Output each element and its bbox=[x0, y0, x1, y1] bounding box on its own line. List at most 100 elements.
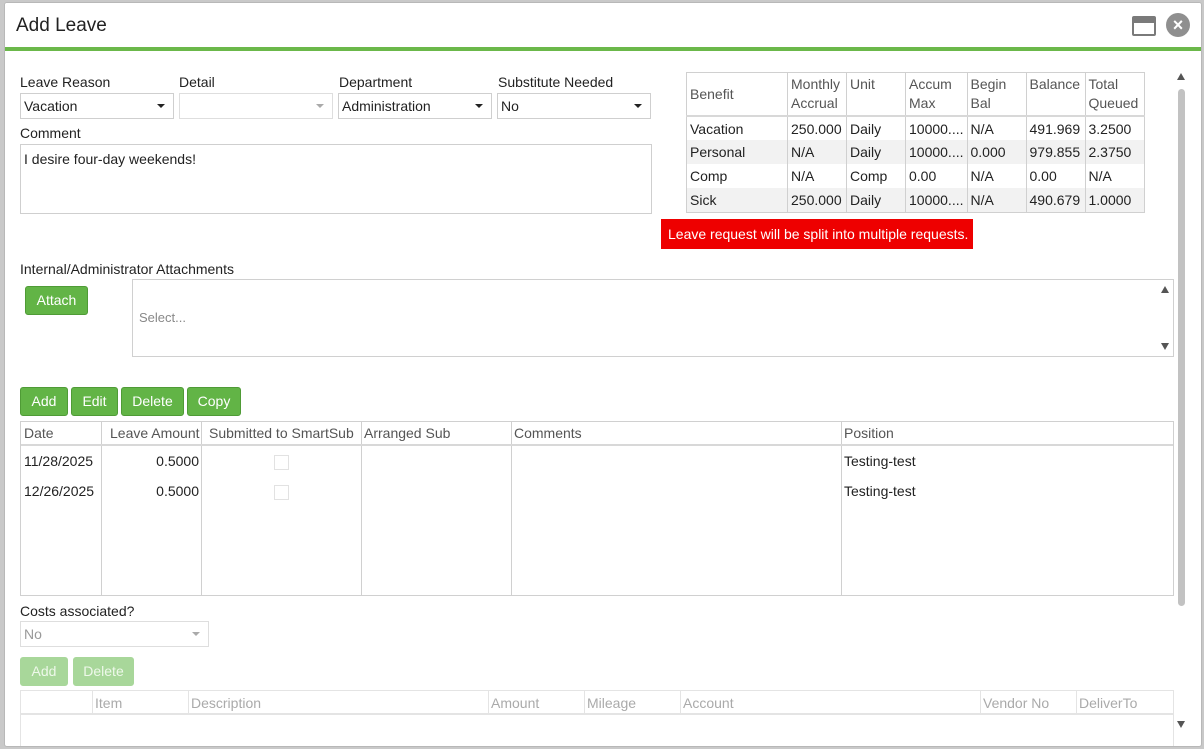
benefit-cell: Daily bbox=[846, 140, 906, 164]
costs-grid: Item Description Amount Mileage Account … bbox=[20, 690, 1174, 746]
benefit-cell: 10000.... bbox=[905, 116, 967, 140]
benefit-cell: Comp bbox=[846, 164, 906, 188]
column-header-deliver-to[interactable]: DeliverTo bbox=[1079, 695, 1137, 711]
benefit-cell: 250.000 bbox=[787, 188, 847, 212]
grid-column bbox=[512, 422, 842, 595]
benefit-header: Unit bbox=[846, 72, 906, 117]
submitted-checkbox[interactable] bbox=[274, 485, 289, 500]
attach-button[interactable]: Attach bbox=[25, 286, 88, 315]
position-cell: Testing-test bbox=[844, 453, 916, 469]
column-header-arranged-sub[interactable]: Arranged Sub bbox=[364, 425, 450, 441]
benefit-cell: Personal bbox=[686, 140, 788, 164]
benefit-cell: Vacation bbox=[690, 120, 744, 137]
column-header-item[interactable]: Item bbox=[95, 695, 122, 711]
amount-cell: 0.5000 bbox=[156, 453, 199, 469]
benefit-cell: 979.855 bbox=[1025, 140, 1085, 164]
benefit-row: Personal N/A Daily 10000.... 0.000 979.8… bbox=[686, 140, 1144, 164]
attachments-select[interactable]: Select... bbox=[132, 279, 1174, 357]
benefit-cell: 491.969 bbox=[1025, 116, 1085, 140]
grid-column bbox=[21, 422, 102, 595]
column-header-mileage[interactable]: Mileage bbox=[587, 695, 636, 711]
date-cell: 11/28/2025 bbox=[24, 453, 94, 469]
chevron-down-icon bbox=[192, 632, 200, 636]
benefit-cell: N/A bbox=[966, 116, 1026, 140]
copy-leave-button[interactable]: Copy bbox=[187, 387, 241, 416]
grid-column bbox=[102, 422, 202, 595]
benefit-cell: N/A bbox=[787, 164, 847, 188]
department-select[interactable]: Administration bbox=[338, 93, 492, 119]
title-bar: Add Leave × bbox=[5, 3, 1201, 47]
benefit-cell: 1.0000 bbox=[1084, 188, 1144, 212]
benefit-cell: 0.00 bbox=[1025, 164, 1085, 188]
edit-leave-button[interactable]: Edit bbox=[71, 387, 118, 416]
maximize-icon[interactable] bbox=[1132, 16, 1156, 36]
benefit-cell: 250.000 bbox=[787, 116, 847, 140]
dialog-content: Leave Reason Vacation Detail Department … bbox=[5, 51, 1201, 746]
delete-leave-button[interactable]: Delete bbox=[121, 387, 184, 416]
benefit-header: Monthly Accrual bbox=[787, 72, 847, 117]
benefit-cell: 2.3750 bbox=[1084, 140, 1144, 164]
column-header-leave-amount[interactable]: Leave Amount bbox=[110, 425, 200, 441]
benefit-cell: 490.679 bbox=[1025, 188, 1085, 212]
add-cost-button[interactable]: Add bbox=[20, 657, 68, 686]
close-icon[interactable]: × bbox=[1166, 13, 1190, 37]
date-cell: 12/26/2025 bbox=[24, 483, 95, 499]
costs-grid-header: Item Description Amount Mileage Account … bbox=[21, 691, 1173, 715]
chevron-down-icon bbox=[157, 104, 165, 108]
scrollbar-thumb[interactable] bbox=[1178, 89, 1185, 606]
benefit-cell: 10000.... bbox=[905, 140, 967, 164]
split-warning-alert: Leave request will be split into multipl… bbox=[661, 219, 973, 249]
benefit-cell: N/A bbox=[787, 140, 847, 164]
benefit-cell: Daily bbox=[846, 188, 906, 212]
detail-select[interactable] bbox=[179, 93, 333, 119]
column-header-submitted[interactable]: Submitted to SmartSub bbox=[209, 425, 354, 441]
dialog-title: Add Leave bbox=[16, 15, 107, 36]
benefit-cell: Comp bbox=[690, 168, 728, 184]
submitted-checkbox[interactable] bbox=[274, 455, 289, 470]
leave-reason-value: Vacation bbox=[24, 98, 78, 114]
benefit-cell: 0.00 bbox=[905, 164, 967, 188]
column-header-vendor-no[interactable]: Vendor No bbox=[983, 695, 1049, 711]
detail-label: Detail bbox=[179, 74, 215, 90]
benefit-header: Begin Bal bbox=[966, 72, 1026, 117]
leave-reason-label: Leave Reason bbox=[20, 74, 111, 90]
scroll-up-icon[interactable] bbox=[1161, 286, 1169, 293]
scroll-down-icon[interactable] bbox=[1161, 343, 1169, 350]
scroll-up-icon[interactable] bbox=[1177, 73, 1185, 80]
grid-column bbox=[362, 422, 512, 595]
benefit-header: Total Queued bbox=[1084, 72, 1144, 117]
grid-column bbox=[202, 422, 362, 595]
chevron-down-icon bbox=[634, 104, 642, 108]
benefit-cell: 10000.... bbox=[905, 188, 967, 212]
costs-select[interactable]: No bbox=[20, 621, 209, 647]
benefit-header: Accum Max bbox=[905, 72, 967, 117]
column-header-description[interactable]: Description bbox=[191, 695, 261, 711]
column-header-amount[interactable]: Amount bbox=[491, 695, 539, 711]
benefit-header: Benefit bbox=[686, 72, 788, 117]
attachments-placeholder: Select... bbox=[139, 310, 186, 325]
column-header-date[interactable]: Date bbox=[24, 425, 54, 441]
substitute-select[interactable]: No bbox=[497, 93, 651, 119]
benefit-row: Vacation 250.000 Daily 10000.... N/A 491… bbox=[687, 116, 1144, 140]
benefit-cell: N/A bbox=[966, 164, 1026, 188]
benefit-cell: Sick bbox=[686, 188, 788, 212]
leave-reason-select[interactable]: Vacation bbox=[20, 93, 174, 119]
benefit-cell: 0.000 bbox=[966, 140, 1026, 164]
department-value: Administration bbox=[342, 98, 431, 114]
delete-cost-button[interactable]: Delete bbox=[73, 657, 134, 686]
column-header-position[interactable]: Position bbox=[844, 425, 894, 441]
chevron-down-icon bbox=[316, 104, 324, 108]
scroll-down-icon[interactable] bbox=[1177, 721, 1185, 728]
column-header-comments[interactable]: Comments bbox=[514, 425, 582, 441]
substitute-label: Substitute Needed bbox=[498, 74, 614, 90]
department-label: Department bbox=[339, 74, 413, 90]
benefit-row: Sick 250.000 Daily 10000.... N/A 490.679… bbox=[686, 188, 1144, 212]
comment-label: Comment bbox=[20, 125, 81, 141]
add-leave-button[interactable]: Add bbox=[20, 387, 68, 416]
costs-value: No bbox=[24, 626, 42, 642]
comment-textarea[interactable]: I desire four-day weekends! bbox=[20, 144, 652, 214]
benefit-cell: N/A bbox=[1084, 164, 1144, 188]
column-header-account[interactable]: Account bbox=[683, 695, 734, 711]
grid-column bbox=[21, 691, 93, 715]
leave-grid-header: Date Leave Amount Submitted to SmartSub … bbox=[21, 422, 1173, 446]
